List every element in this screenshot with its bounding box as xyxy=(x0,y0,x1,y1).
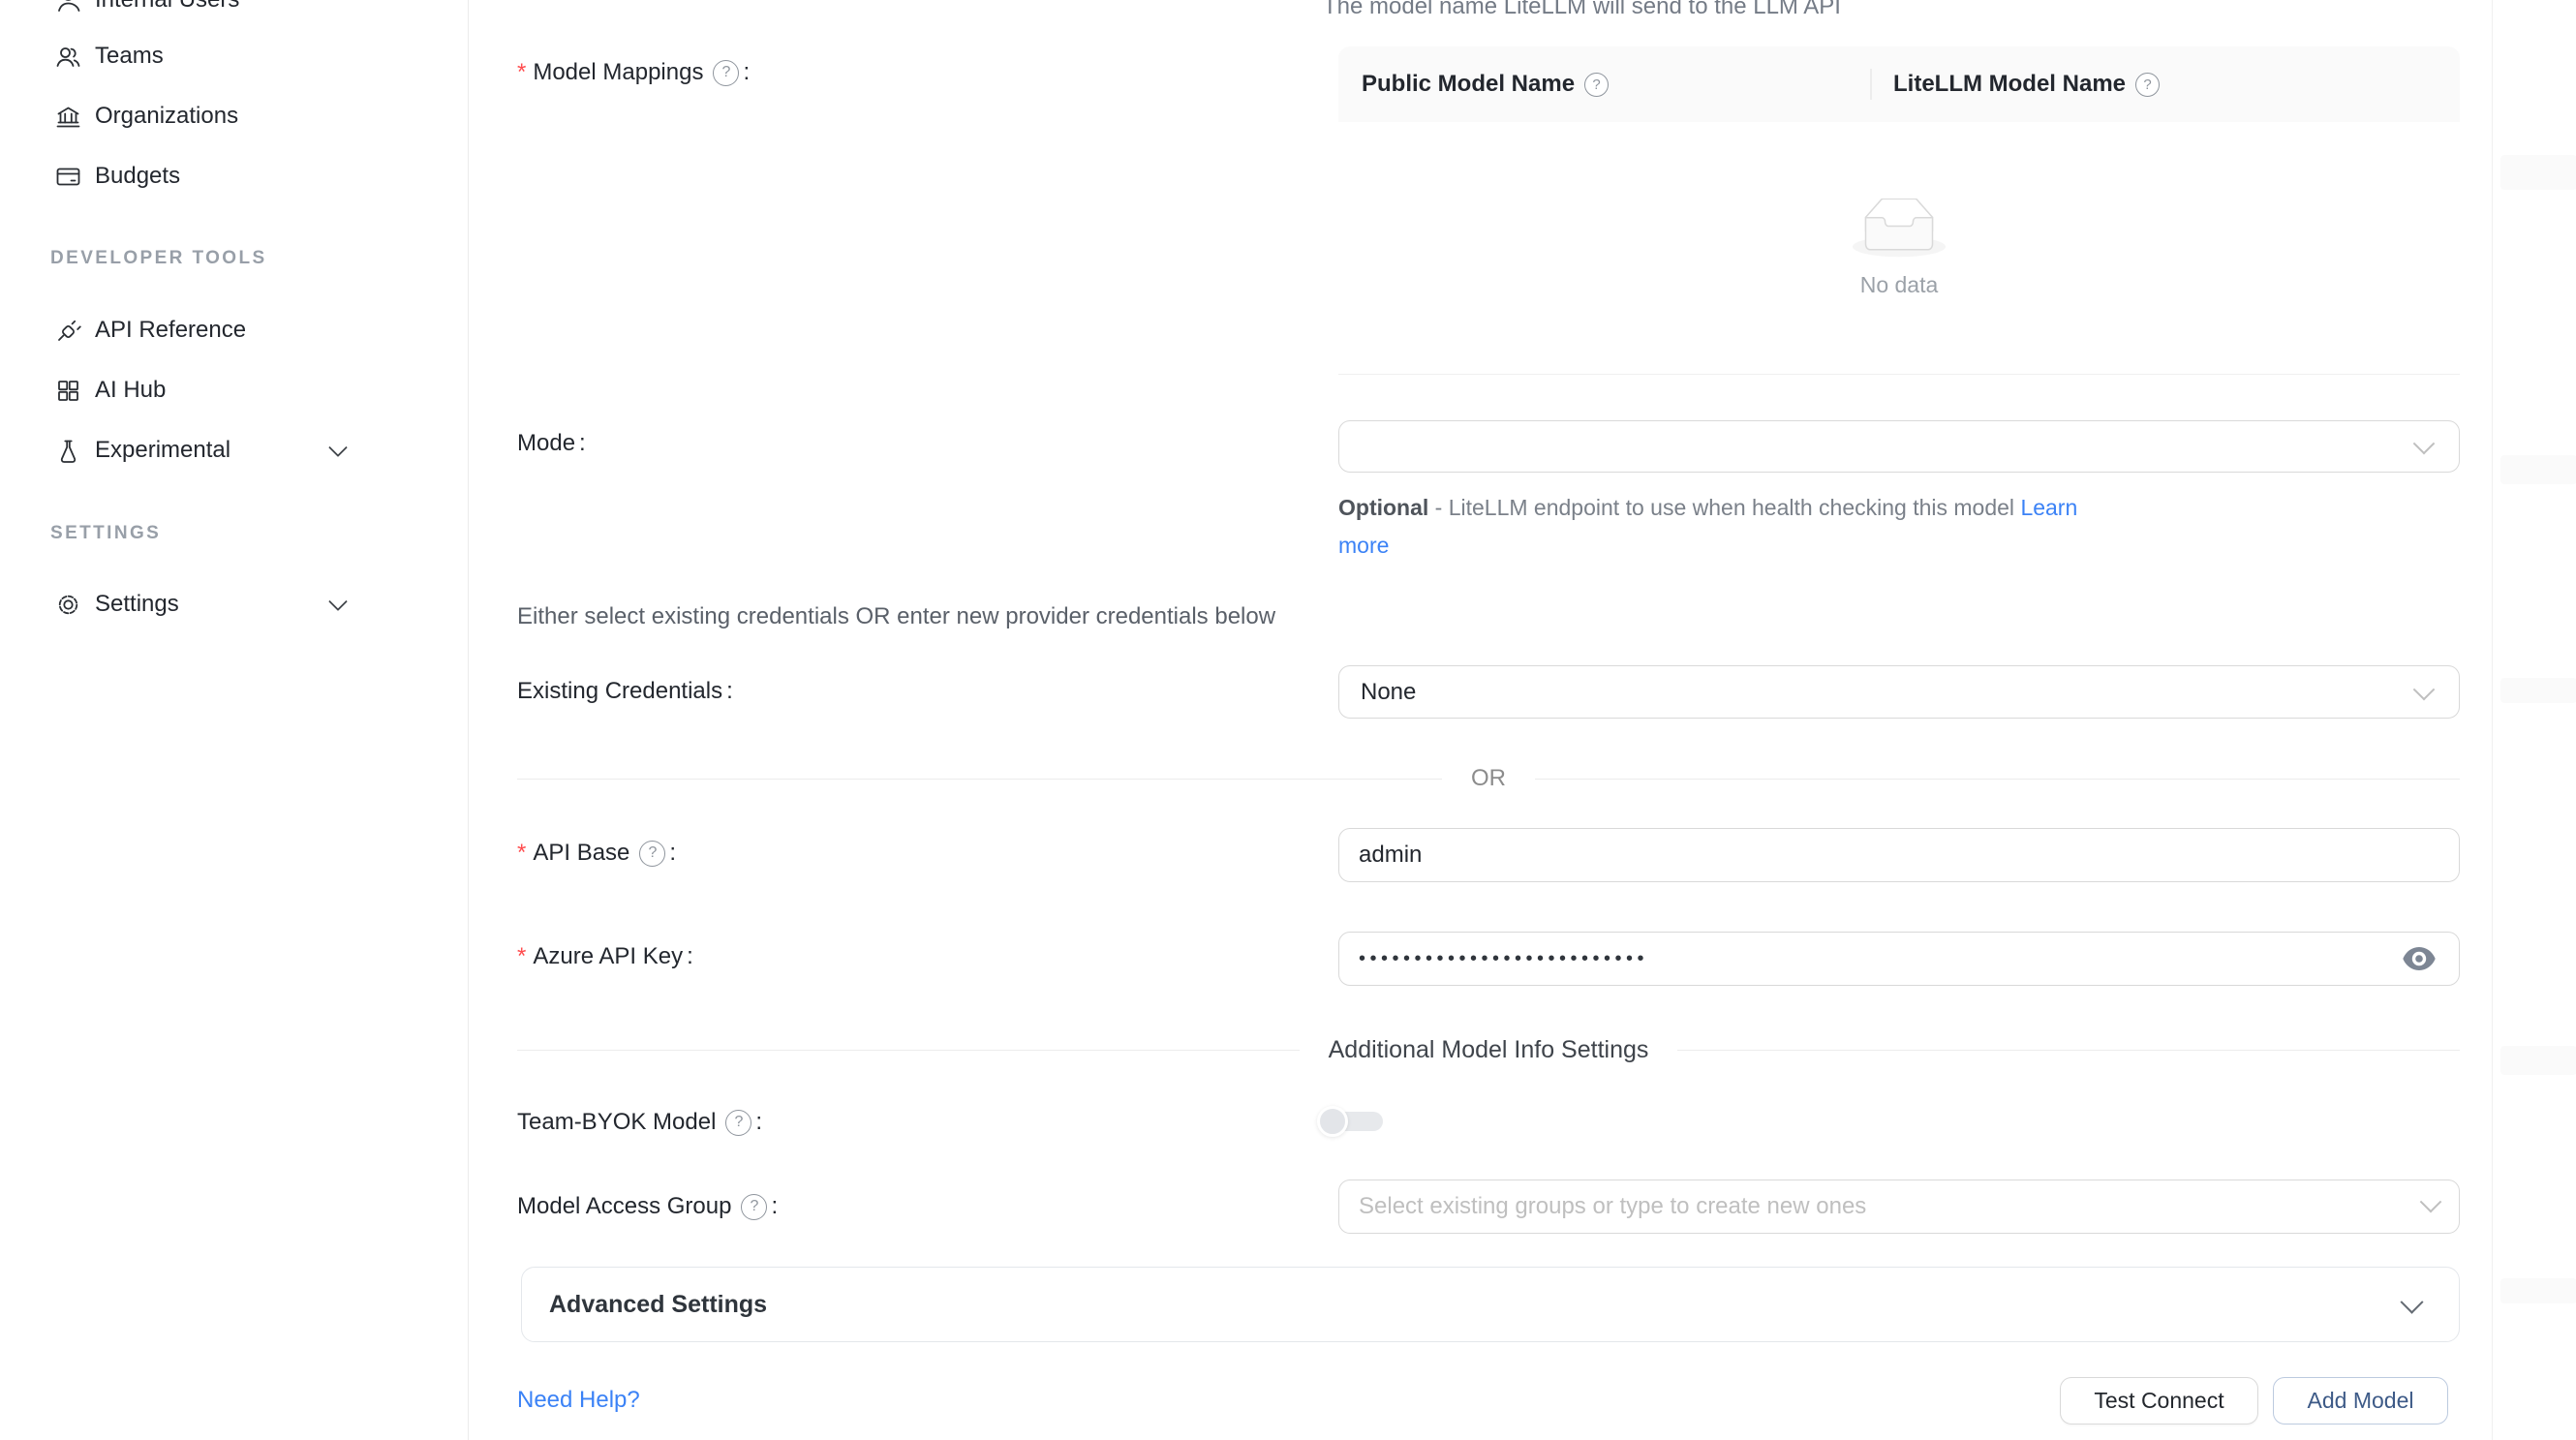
column-header-litellm-model-name: LiteLLM Model Name ? xyxy=(1870,71,2160,98)
additional-settings-divider-text: Additional Model Info Settings xyxy=(1329,1036,1649,1064)
sidebar-item-internal-users[interactable]: Internal Users xyxy=(0,0,468,23)
sidebar-item-ai-hub[interactable]: AI Hub xyxy=(0,367,468,414)
column-divider xyxy=(1870,69,1872,100)
team-byok-toggle[interactable] xyxy=(1317,1106,1385,1137)
credentials-note: Either select existing credentials OR en… xyxy=(517,602,1275,631)
no-data-text: No data xyxy=(1860,272,1939,298)
experiment-flask-icon xyxy=(55,438,81,464)
chevron-down-icon xyxy=(2413,433,2436,455)
sidebar-item-label: Teams xyxy=(95,43,164,70)
sidebar-section-settings: SETTINGS xyxy=(50,520,161,547)
model-mappings-label: * Model Mappings ? : xyxy=(517,53,750,92)
sidebar-item-api-reference[interactable]: API Reference xyxy=(0,307,468,353)
chevron-down-icon xyxy=(2413,678,2436,700)
advanced-settings-panel[interactable]: Advanced Settings xyxy=(521,1267,2460,1342)
help-icon[interactable]: ? xyxy=(2135,73,2160,97)
mode-help-text: Optional - LiteLLM endpoint to use when … xyxy=(1338,489,2132,565)
column-header-public-model-name: Public Model Name ? xyxy=(1338,71,1870,98)
chevron-down-icon xyxy=(2400,1290,2423,1313)
chevron-down-icon xyxy=(328,438,348,457)
page-right-strip xyxy=(2492,0,2576,1440)
sidebar: Internal Users Teams Organizations Budge… xyxy=(0,0,469,1440)
gear-icon xyxy=(55,592,81,618)
help-icon[interactable]: ? xyxy=(713,60,739,86)
bank-icon xyxy=(55,104,81,130)
additional-settings-divider: Additional Model Info Settings xyxy=(517,1035,2460,1064)
add-model-page: Internal Users Teams Organizations Budge… xyxy=(0,0,2576,1440)
table-header-row: Public Model Name ? LiteLLM Model Name ? xyxy=(1338,46,2460,122)
api-icon xyxy=(55,318,81,344)
help-icon[interactable]: ? xyxy=(1584,73,1609,97)
mode-label: Mode : xyxy=(517,424,586,463)
model-mappings-table: Public Model Name ? LiteLLM Model Name ? xyxy=(1338,46,2460,375)
required-asterisk: * xyxy=(517,59,526,86)
eye-icon[interactable] xyxy=(2400,941,2438,976)
sidebar-item-label: AI Hub xyxy=(95,377,166,404)
sidebar-section-developer-tools: DEVELOPER TOOLS xyxy=(50,245,267,272)
advanced-settings-title: Advanced Settings xyxy=(549,1291,767,1319)
sidebar-item-settings[interactable]: Settings xyxy=(0,581,468,628)
add-model-button[interactable]: Add Model xyxy=(2273,1377,2448,1425)
mode-select[interactable] xyxy=(1338,420,2460,473)
azure-api-key-label: * Azure API Key : xyxy=(517,937,693,976)
empty-inbox-icon xyxy=(1853,199,1946,259)
need-help-link[interactable]: Need Help? xyxy=(517,1386,640,1415)
or-divider: OR xyxy=(517,764,2460,793)
azure-api-key-input[interactable] xyxy=(1338,932,2460,986)
sidebar-item-organizations[interactable]: Organizations xyxy=(0,93,468,139)
or-divider-text: OR xyxy=(1471,765,1506,792)
team-byok-label: Team-BYOK Model ? : xyxy=(517,1103,762,1142)
help-icon[interactable]: ? xyxy=(741,1194,767,1220)
help-icon[interactable]: ? xyxy=(639,841,665,867)
model-access-group-label: Model Access Group ? : xyxy=(517,1187,778,1226)
existing-credentials-select[interactable]: None xyxy=(1338,665,2460,719)
sidebar-item-label: Budgets xyxy=(95,163,180,190)
help-icon[interactable]: ? xyxy=(725,1110,751,1136)
sidebar-item-budgets[interactable]: Budgets xyxy=(0,153,468,199)
litellm-model-help-text: The model name LiteLLM will send to the … xyxy=(1323,0,1841,20)
existing-credentials-label: Existing Credentials : xyxy=(517,672,733,711)
sidebar-item-label: Organizations xyxy=(95,103,238,130)
credit-card-icon xyxy=(55,164,81,190)
usergroup-icon xyxy=(55,44,81,70)
sidebar-item-label: Settings xyxy=(95,591,179,618)
sidebar-item-teams[interactable]: Teams xyxy=(0,33,468,79)
table-empty-state: No data xyxy=(1338,122,2460,381)
api-base-label: * API Base ? : xyxy=(517,834,676,873)
sidebar-item-label: API Reference xyxy=(95,317,246,344)
sidebar-item-label: Experimental xyxy=(95,437,230,464)
required-asterisk: * xyxy=(517,840,526,867)
required-asterisk: * xyxy=(517,943,526,970)
model-access-group-select[interactable] xyxy=(1338,1180,2460,1234)
sidebar-item-experimental[interactable]: Experimental xyxy=(0,427,468,474)
sidebar-item-label: Internal Users xyxy=(95,0,239,14)
chevron-down-icon xyxy=(328,592,348,611)
user-icon xyxy=(55,0,81,14)
appstore-icon xyxy=(55,378,81,404)
api-base-input[interactable] xyxy=(1338,828,2460,882)
test-connect-button[interactable]: Test Connect xyxy=(2060,1377,2258,1425)
